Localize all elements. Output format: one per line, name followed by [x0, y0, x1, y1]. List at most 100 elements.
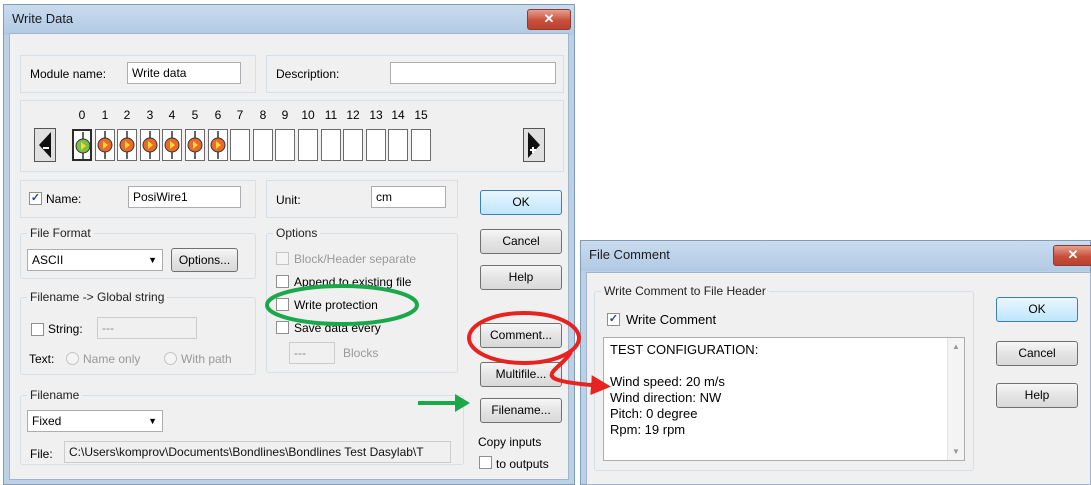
write-protection-checkbox[interactable]	[276, 298, 289, 311]
copy-to-outputs-label: to outputs	[496, 457, 549, 471]
channel-number-2: 2	[123, 108, 131, 122]
unit-label: Unit:	[276, 193, 301, 207]
description-input[interactable]	[390, 62, 556, 84]
channel-number-4: 4	[168, 108, 176, 122]
channel-slot-13[interactable]	[366, 129, 386, 161]
channel-slot-5[interactable]	[185, 129, 205, 161]
block-header-label: Block/Header separate	[294, 252, 417, 266]
connector-icon	[187, 131, 203, 159]
options-legend: Options	[273, 226, 321, 240]
write-comment-checkbox[interactable]: ✓	[607, 313, 620, 326]
write-data-close-button[interactable]: ✕	[527, 9, 571, 30]
name-only-radio[interactable]	[66, 352, 79, 365]
save-every-checkbox[interactable]	[276, 321, 289, 334]
append-label: Append to existing file	[294, 275, 412, 289]
save-every-label: Save data every	[294, 321, 381, 335]
channel-slot-2[interactable]	[117, 129, 137, 161]
file-label: File:	[30, 447, 53, 461]
channel-slot-14[interactable]	[388, 129, 408, 161]
comment-textarea[interactable]: TEST CONFIGURATION: Wind speed: 20 m/s W…	[603, 337, 965, 461]
blocks-input[interactable]: ---	[289, 342, 335, 364]
help-button[interactable]: Help	[480, 265, 562, 290]
text-label: Text:	[29, 352, 55, 366]
filename-mode-value: Fixed	[32, 414, 62, 428]
copy-to-outputs-checkbox[interactable]	[479, 456, 492, 469]
write-data-title: Write Data	[12, 11, 74, 26]
with-path-radio[interactable]	[164, 352, 177, 365]
comment-line: TEST CONFIGURATION:	[610, 342, 759, 357]
module-name-input[interactable]: Write data	[127, 62, 241, 84]
connector-icon	[75, 132, 91, 160]
multifile-button[interactable]: Multifile...	[480, 362, 562, 387]
channel-number-8: 8	[259, 108, 267, 122]
comment-line: Pitch: 0 degree	[610, 406, 698, 421]
filename-button[interactable]: Filename...	[480, 398, 562, 423]
arrow-left-icon	[39, 132, 51, 158]
file-path-input[interactable]: C:\Users\komprov\Documents\Bondlines\Bon…	[64, 441, 451, 463]
block-header-checkbox[interactable]	[276, 252, 289, 265]
channel-number-0: 0	[78, 108, 86, 122]
write-data-titlebar[interactable]: Write Data	[4, 5, 574, 35]
close-icon: ✕	[1067, 247, 1079, 262]
append-checkbox[interactable]	[276, 275, 289, 288]
connector-icon	[164, 131, 180, 159]
name-input[interactable]: PosiWire1	[128, 186, 241, 208]
file-format-select[interactable]: ASCII ▼	[27, 249, 163, 271]
scroll-down-icon: ▼	[952, 447, 960, 456]
comment-line: Wind direction: NW	[610, 390, 722, 405]
channel-number-12: 12	[346, 108, 360, 122]
channel-number-6: 6	[214, 108, 222, 122]
channel-add-button[interactable]	[523, 128, 545, 162]
channel-slot-11[interactable]	[321, 129, 341, 161]
unit-input[interactable]: cm	[371, 186, 446, 208]
channel-slot-4[interactable]	[162, 129, 182, 161]
name-label: Name:	[46, 192, 82, 206]
comment-line: Rpm: 19 rpm	[610, 422, 686, 437]
channel-slot-1[interactable]	[95, 129, 115, 161]
write-comment-label: Write Comment	[626, 312, 717, 327]
channel-number-14: 14	[391, 108, 405, 122]
channel-slot-12[interactable]	[343, 129, 363, 161]
string-label: String:	[48, 322, 83, 336]
close-icon: ✕	[543, 11, 555, 26]
format-options-button[interactable]: Options...	[171, 248, 238, 272]
write-comment-legend: Write Comment to File Header	[601, 284, 769, 298]
channel-slot-0[interactable]	[72, 129, 92, 161]
file-comment-title: File Comment	[589, 247, 670, 262]
file-comment-titlebar[interactable]: File Comment	[581, 241, 1090, 271]
connector-icon	[142, 131, 158, 159]
comment-cancel-button[interactable]: Cancel	[996, 341, 1078, 366]
channel-number-3: 3	[146, 108, 154, 122]
comment-ok-button[interactable]: OK	[996, 297, 1078, 322]
comment-scrollbar[interactable]: ▲ ▼	[947, 338, 964, 460]
channel-slot-15[interactable]	[411, 129, 431, 161]
channel-number-7: 7	[236, 108, 244, 122]
with-path-label: With path	[181, 352, 232, 366]
comment-button[interactable]: Comment...	[480, 323, 562, 348]
channel-slot-7[interactable]	[230, 129, 250, 161]
channel-slot-3[interactable]	[140, 129, 160, 161]
channel-number-13: 13	[369, 108, 383, 122]
channel-number-10: 10	[301, 108, 315, 122]
string-checkbox[interactable]	[31, 323, 44, 336]
name-checkbox[interactable]: ✓	[29, 192, 42, 205]
channel-number-15: 15	[414, 108, 428, 122]
channel-slot-9[interactable]	[275, 129, 295, 161]
filename-mode-select[interactable]: Fixed ▼	[27, 410, 163, 432]
channel-slot-6[interactable]	[208, 129, 228, 161]
channel-slot-8[interactable]	[253, 129, 273, 161]
chevron-down-icon: ▼	[148, 255, 157, 265]
cancel-button[interactable]: Cancel	[480, 229, 562, 254]
comment-help-button[interactable]: Help	[996, 383, 1078, 408]
channel-slot-10[interactable]	[298, 129, 318, 161]
ok-button[interactable]: OK	[480, 190, 562, 215]
comment-line	[610, 358, 958, 374]
comment-line: Wind speed: 20 m/s	[610, 374, 725, 389]
blocks-label: Blocks	[343, 346, 379, 360]
channel-remove-button[interactable]	[34, 128, 56, 162]
channel-number-9: 9	[281, 108, 289, 122]
copy-inputs-label: Copy inputs	[478, 435, 542, 449]
string-input[interactable]: ---	[97, 317, 197, 339]
connector-icon	[97, 131, 113, 159]
file-comment-close-button[interactable]: ✕	[1053, 245, 1091, 266]
